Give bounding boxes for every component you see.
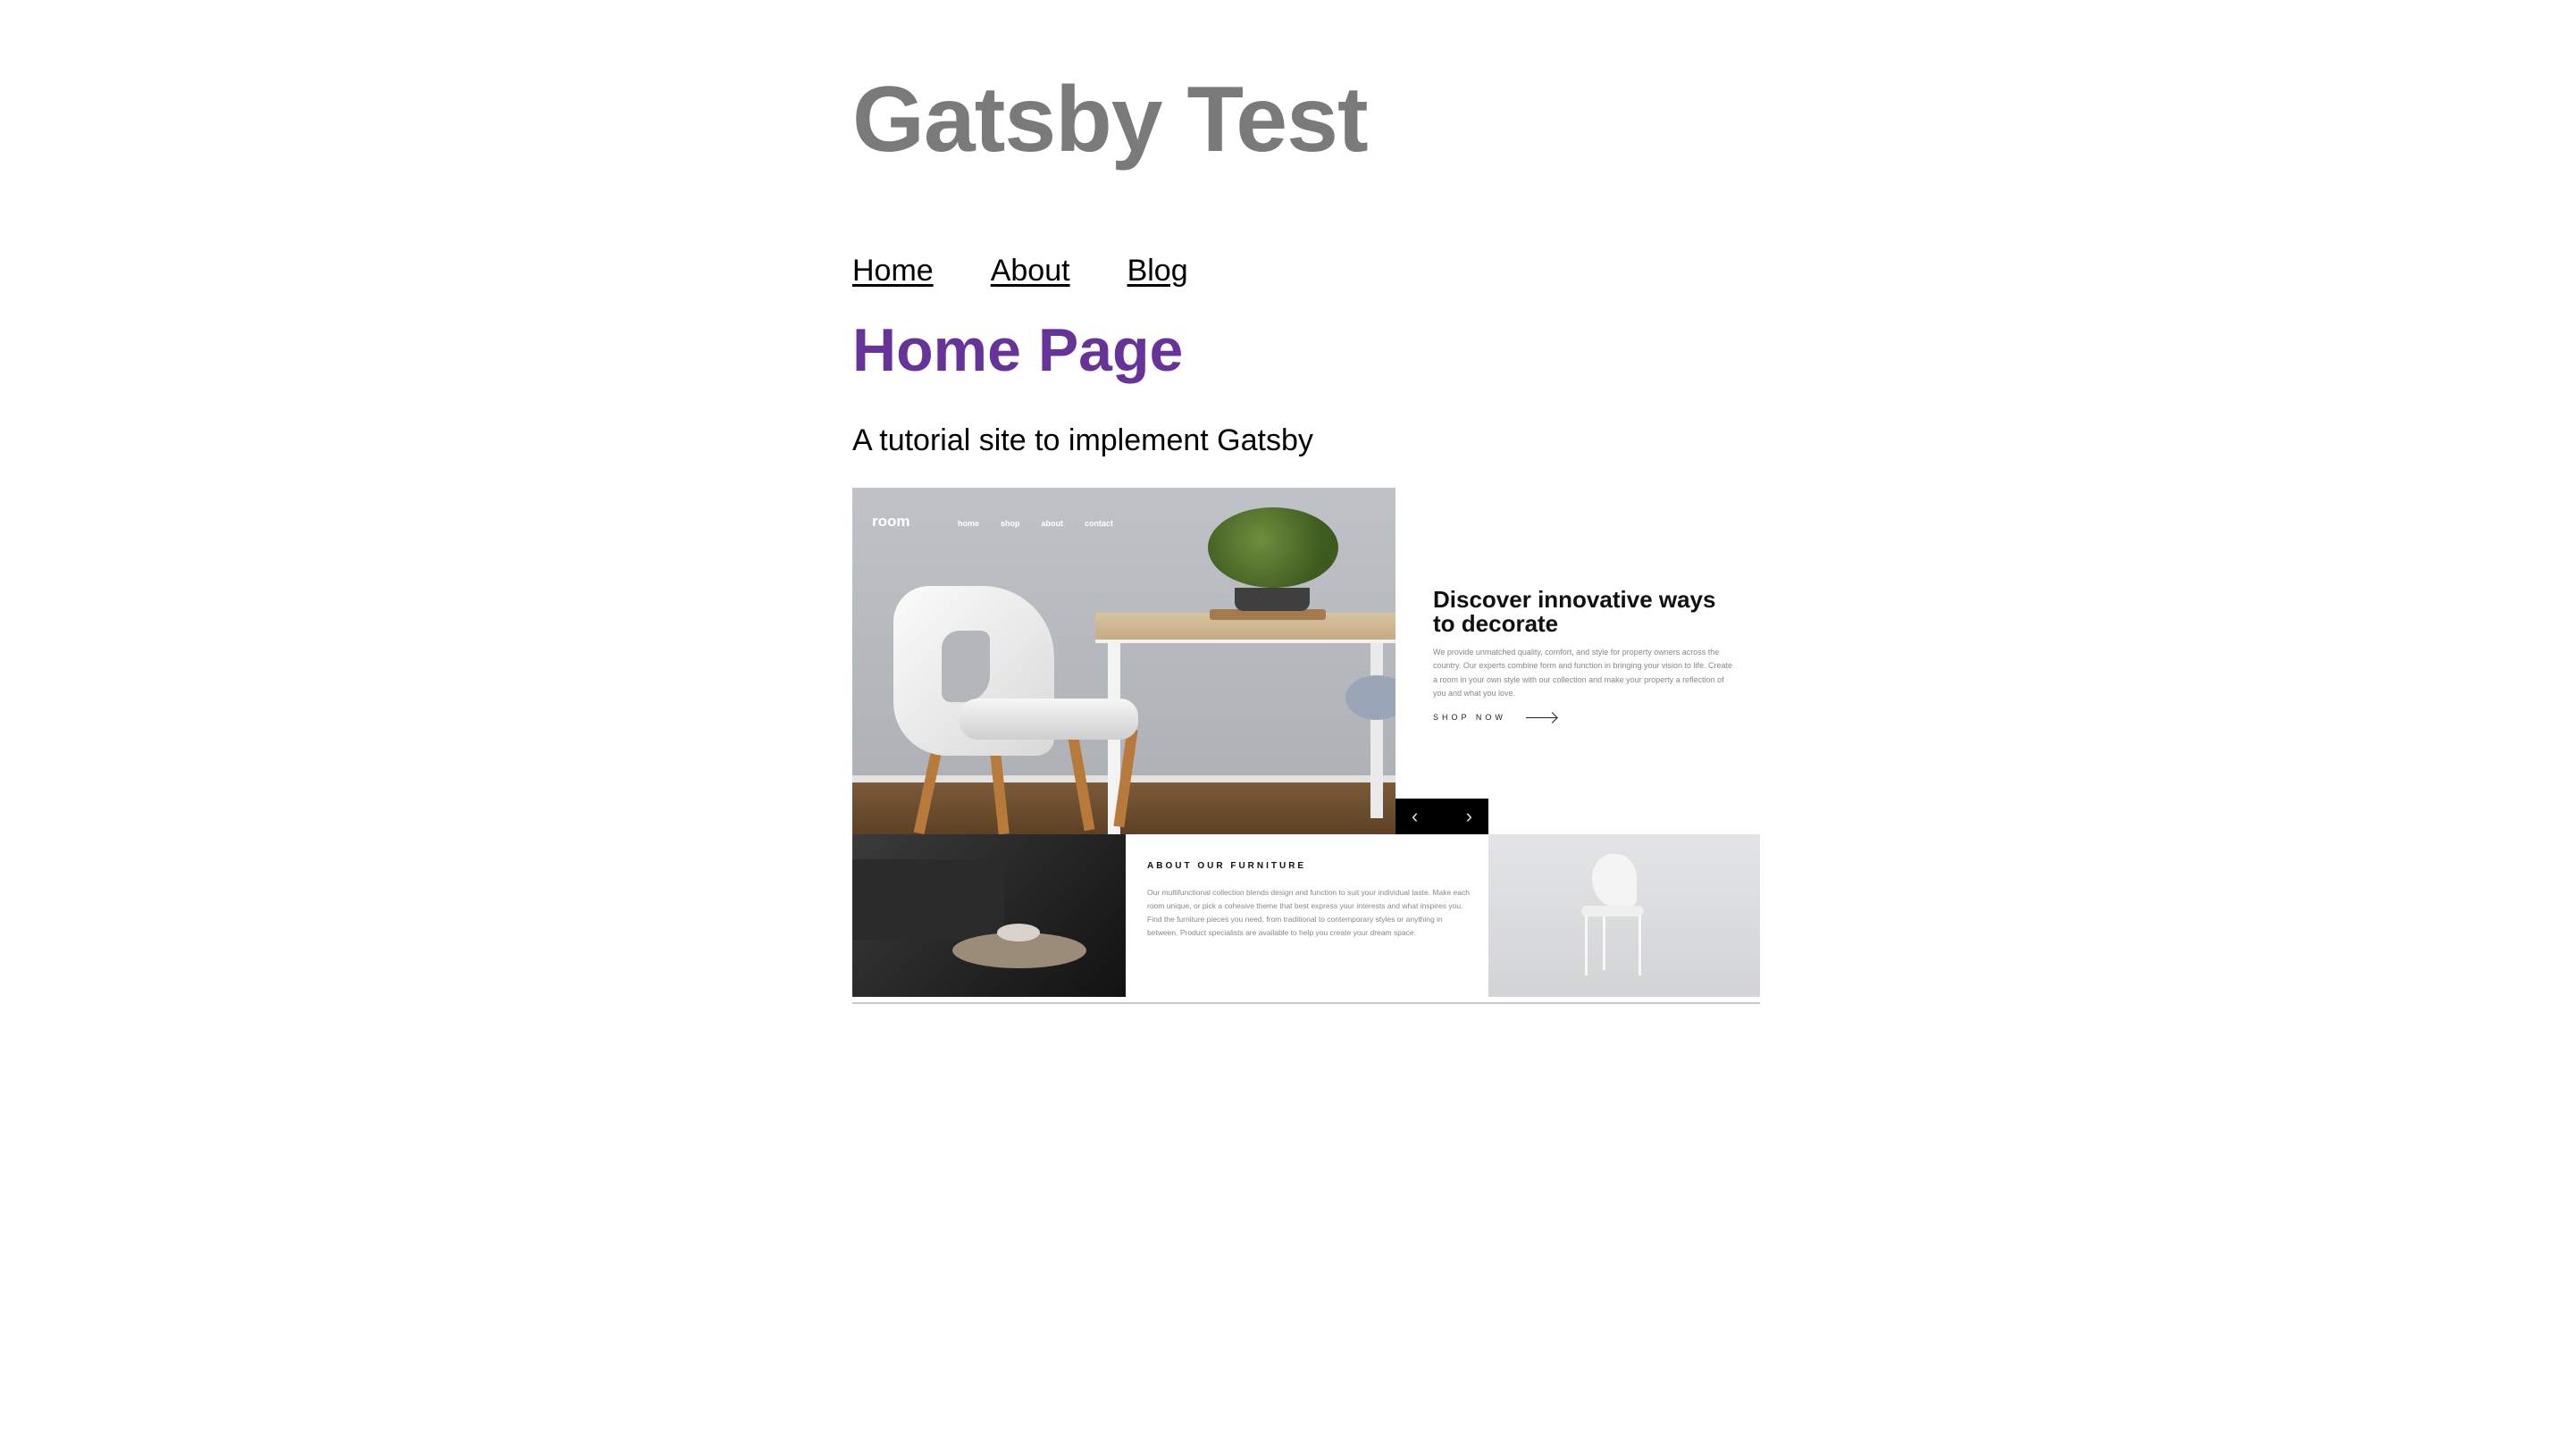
nav-link-about[interactable]: About xyxy=(991,254,1070,289)
about-heading: ABOUT OUR FURNITURE xyxy=(1147,861,1307,871)
featured-image: room home shop about contact Discover in… xyxy=(852,488,1760,1002)
main-nav: Home About Blog xyxy=(852,254,1188,289)
room-logo: room xyxy=(872,513,910,530)
chevron-right-icon: › xyxy=(1465,805,1472,827)
chevron-left-icon: ‹ xyxy=(1412,805,1419,827)
chair-leg xyxy=(1603,916,1605,970)
bonsai-foliage xyxy=(1208,507,1338,588)
chair-seat xyxy=(1581,906,1644,916)
chair-cutout xyxy=(942,631,990,702)
nav-link-home[interactable]: Home xyxy=(852,254,934,289)
hero-heading: Discover innovative ways to decorate xyxy=(1433,586,1716,637)
room-nav-contact: contact xyxy=(1085,519,1114,528)
slider-controls: ‹ › xyxy=(1395,799,1488,834)
site-title[interactable]: Gatsby Test xyxy=(852,64,1369,176)
bowl xyxy=(997,924,1040,941)
room-nav-about: about xyxy=(1041,519,1064,528)
hero-body: We provide unmatched quality, comfort, a… xyxy=(1433,648,1732,698)
nav-link-blog[interactable]: Blog xyxy=(1127,254,1188,289)
about-furniture-block: ABOUT OUR FURNITURE Our multifunctional … xyxy=(1126,834,1488,997)
room-nav: home shop about contact xyxy=(958,519,1113,528)
white-chair-seat xyxy=(960,699,1138,740)
sofa xyxy=(852,859,1004,940)
hero-text-block: Discover innovative ways to decorate We … xyxy=(1433,588,1737,722)
page-heading: Home Page xyxy=(852,316,1184,384)
about-body: Our multifunctional collection blends de… xyxy=(1147,888,1470,937)
chair-leg xyxy=(1585,915,1588,975)
light-chair-photo xyxy=(1488,834,1760,997)
hero-photo: room home shop about contact xyxy=(852,488,1395,834)
chair-back xyxy=(1592,854,1637,908)
chair-leg xyxy=(1639,915,1641,975)
dark-interior-photo xyxy=(852,834,1126,997)
table-leg xyxy=(1370,640,1383,818)
room-nav-shop: shop xyxy=(1001,519,1020,528)
divider xyxy=(852,1002,1760,1004)
arrow-right-icon xyxy=(1525,716,1556,718)
room-nav-home: home xyxy=(958,519,980,528)
shop-now-label: SHOP NOW xyxy=(1433,713,1506,723)
shop-now-link: SHOP NOW xyxy=(1433,713,1737,722)
bonsai-pot xyxy=(1235,588,1310,611)
page-tagline: A tutorial site to implement Gatsby xyxy=(852,423,1313,457)
